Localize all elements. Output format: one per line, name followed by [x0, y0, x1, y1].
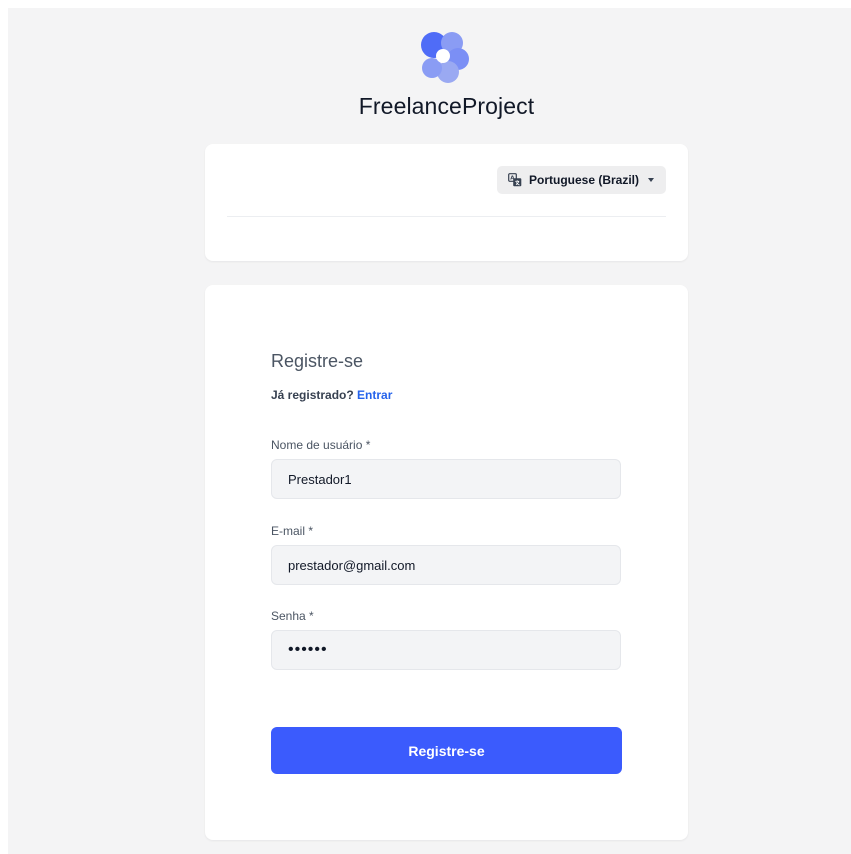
username-input[interactable]	[271, 459, 621, 499]
card-divider	[227, 216, 666, 217]
username-label: Nome de usuário *	[271, 438, 371, 452]
email-label: E-mail *	[271, 524, 314, 538]
registration-card: Registre-se Já registrado? Entrar Nome d…	[205, 285, 688, 840]
brand-name: FreelanceProject	[358, 93, 535, 119]
language-card: A Portuguese (Brazil)	[205, 144, 688, 261]
translate-icon: A	[508, 173, 522, 187]
email-input[interactable]	[271, 545, 621, 585]
register-button[interactable]: Registre-se	[271, 727, 622, 774]
login-prompt-text: Já registrado?	[271, 388, 354, 402]
password-input[interactable]	[271, 630, 621, 670]
password-label: Senha *	[271, 609, 314, 623]
svg-text:A: A	[510, 175, 515, 181]
language-selector-label: Portuguese (Brazil)	[528, 173, 639, 187]
petal-flower-logo-icon	[414, 27, 472, 85]
login-prompt: Já registrado? Entrar	[271, 388, 392, 402]
login-link[interactable]: Entrar	[357, 388, 392, 402]
caret-down-icon	[648, 178, 654, 182]
language-selector-button[interactable]: A Portuguese (Brazil)	[496, 166, 666, 194]
form-title: Registre-se	[271, 351, 364, 371]
